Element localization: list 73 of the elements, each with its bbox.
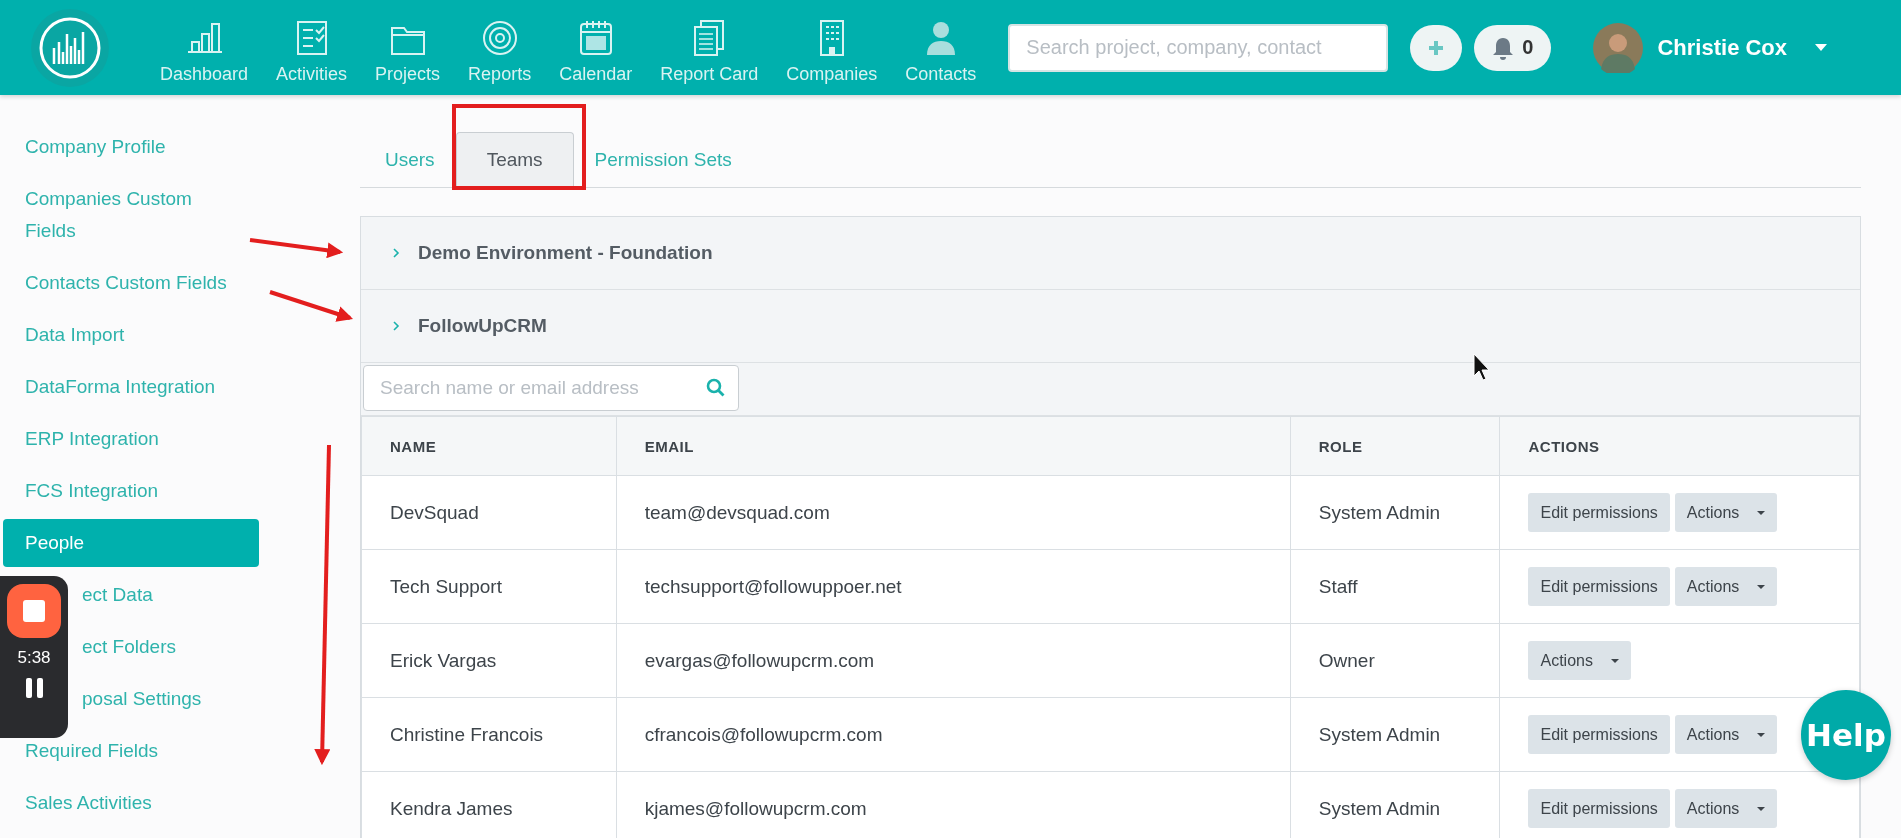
search-field[interactable]: Search name or email address: [363, 365, 739, 411]
search-field[interactable]: Search project, company, contact: [1008, 23, 1389, 72]
column-header: EMAIL: [616, 416, 1291, 476]
edit-permissions-button[interactable]: Edit permissions: [1528, 567, 1670, 606]
stop-button[interactable]: [7, 584, 61, 638]
pause-icon: [25, 678, 43, 698]
caret-icon: [1610, 658, 1619, 663]
nav-item[interactable]: Reports: [454, 0, 546, 95]
tab[interactable]: Permission Sets: [579, 132, 747, 187]
sidebar-item[interactable]: ect Folders: [74, 623, 259, 671]
table-cell: Owner: [1290, 623, 1500, 698]
sidebar-item[interactable]: ect Data: [74, 571, 259, 619]
edit-permissions-button[interactable]: Edit permissions: [1528, 789, 1670, 828]
table-cell: System Admin: [1290, 697, 1500, 772]
sidebar-item[interactable]: Data Import: [3, 311, 259, 359]
nav-item[interactable]: Companies: [772, 0, 892, 95]
edit-permissions-button[interactable]: Edit permissions: [1528, 493, 1670, 532]
table-cell: System Admin: [1290, 475, 1500, 550]
nav-item[interactable]: Contacts: [891, 0, 991, 95]
actions-dropdown[interactable]: Actions: [1674, 493, 1778, 532]
column-header: NAME: [361, 416, 617, 476]
chevron-icon: [393, 248, 400, 258]
table-cell: Erick Vargas: [361, 623, 617, 698]
actions-dropdown[interactable]: Actions: [1674, 567, 1778, 606]
nav-item[interactable]: Dashboard: [146, 0, 263, 95]
sidebar-item[interactable]: ERP Integration: [3, 415, 259, 463]
caret-icon: [1757, 510, 1766, 515]
table-cell: techsupport@followuppoer.net: [616, 549, 1291, 624]
sidebar-item[interactable]: FCS Integration: [3, 467, 259, 515]
user-name[interactable]: Christie Cox: [1657, 34, 1788, 61]
table-cell: Tech Support: [361, 549, 617, 624]
tab[interactable]: Teams: [455, 132, 574, 187]
logo-icon: [30, 7, 110, 88]
search-icon: [706, 378, 725, 397]
table-cell: evargas@followupcrm.com: [616, 623, 1291, 698]
nav-item[interactable]: Projects: [361, 0, 455, 95]
nav-item[interactable]: Report Card: [646, 0, 773, 95]
nav-item[interactable]: Activities: [262, 0, 362, 95]
caret-icon: [1757, 806, 1766, 811]
nav-item[interactable]: Calendar: [545, 0, 647, 95]
table-cell: Staff: [1290, 549, 1500, 624]
caret-icon: [1757, 732, 1766, 737]
actions-dropdown[interactable]: Actions: [1674, 715, 1778, 754]
sidebar-item[interactable]: DataForma Integration: [3, 363, 259, 411]
actions-dropdown[interactable]: Actions: [1674, 789, 1778, 828]
caret-icon: [1815, 44, 1828, 51]
table-cell: Christine Francois: [361, 697, 617, 772]
sidebar-item[interactable]: Company Profile: [3, 123, 259, 171]
avatar-icon: [1593, 22, 1644, 73]
table-cell: cfrancois@followupcrm.com: [616, 697, 1291, 772]
sidebar-item[interactable]: posal Settings: [74, 675, 259, 723]
column-header: ACTIONS: [1499, 416, 1860, 476]
recording-time: 5:38: [17, 648, 51, 668]
sidebar-item[interactable]: Required Fields: [3, 727, 259, 775]
stop-icon: [23, 600, 45, 622]
caret-icon: [1757, 584, 1766, 589]
table-cell: Kendra James: [361, 771, 617, 838]
cursor-icon: [1473, 353, 1490, 381]
team-header[interactable]: FollowUpCRM: [361, 290, 1860, 363]
sidebar-item[interactable]: Sales Activities: [3, 779, 259, 827]
team-header[interactable]: Demo Environment - Foundation: [361, 217, 1860, 290]
sidebar-item[interactable]: Companies Custom Fields: [3, 175, 233, 255]
chevron-icon: [393, 321, 400, 331]
column-header: ROLE: [1290, 416, 1500, 476]
table-cell: DevSquad: [361, 475, 617, 550]
tab[interactable]: Users: [370, 132, 450, 187]
actions-dropdown[interactable]: Actions: [1528, 641, 1631, 680]
bell-icon: [1492, 35, 1515, 60]
sidebar-item[interactable]: People: [3, 519, 259, 567]
notifications-button[interactable]: 0: [1474, 24, 1552, 71]
sidebar-item[interactable]: Contacts Custom Fields: [3, 259, 259, 307]
table-cell: team@devsquad.com: [616, 475, 1291, 550]
edit-permissions-button[interactable]: Edit permissions: [1528, 715, 1670, 754]
